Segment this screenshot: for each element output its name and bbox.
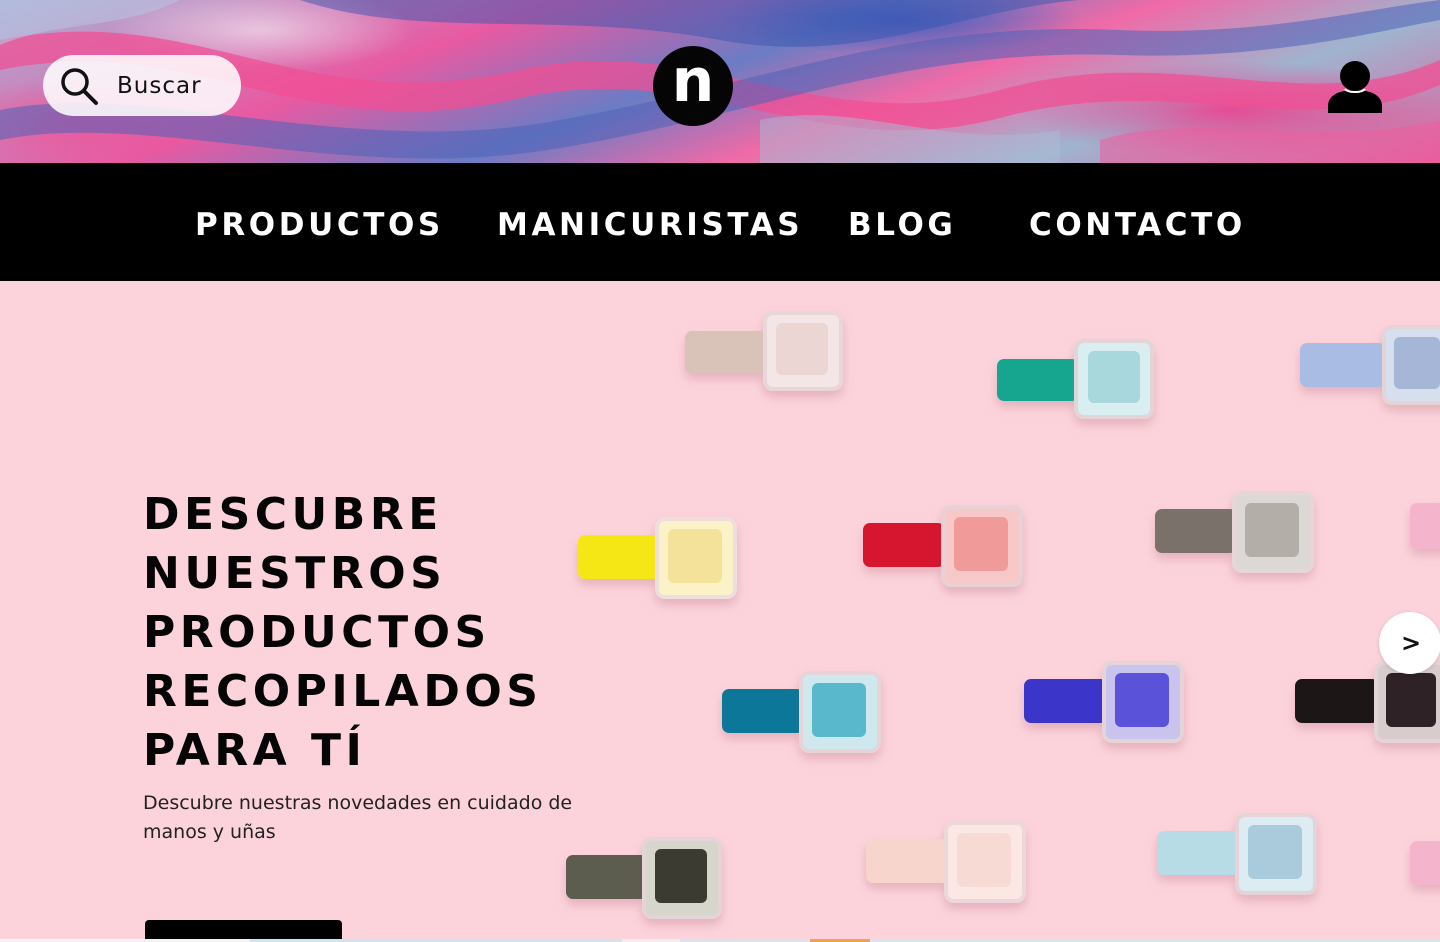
hero-title-line: NUESTROS	[143, 548, 447, 599]
hero-title-line: PRODUCTOS	[143, 607, 491, 658]
hero-title-line: PARA TÍ	[143, 725, 367, 776]
search-placeholder: Buscar	[117, 72, 202, 99]
nav-item-contacto[interactable]: CONTACTO	[1029, 207, 1246, 243]
user-icon[interactable]	[1328, 60, 1382, 113]
main-nav: PRODUCTOS MANICURISTAS BLOG CONTACTO	[0, 163, 1440, 281]
hero-title: DESCUBRE NUESTROS PRODUCTOS RECOPILADOS …	[143, 485, 663, 780]
search-icon	[61, 67, 98, 105]
hero-section: DESCUBRE NUESTROS PRODUCTOS RECOPILADOS …	[0, 281, 1440, 942]
carousel-next-button[interactable]: >	[1379, 612, 1440, 674]
nav-item-manicuristas[interactable]: MANICURISTAS	[497, 207, 803, 243]
header-banner: Buscar n	[0, 0, 1440, 163]
hero-title-line: DESCUBRE	[143, 489, 443, 540]
nav-item-blog[interactable]: BLOG	[848, 207, 956, 243]
hero-subtitle: Descubre nuestras novedades en cuidado d…	[143, 792, 573, 843]
hero-title-line: RECOPILADOS	[143, 666, 543, 717]
search-bar[interactable]: Buscar	[43, 55, 241, 116]
brand-logo[interactable]: n	[653, 46, 733, 126]
nav-item-productos[interactable]: PRODUCTOS	[195, 207, 444, 243]
